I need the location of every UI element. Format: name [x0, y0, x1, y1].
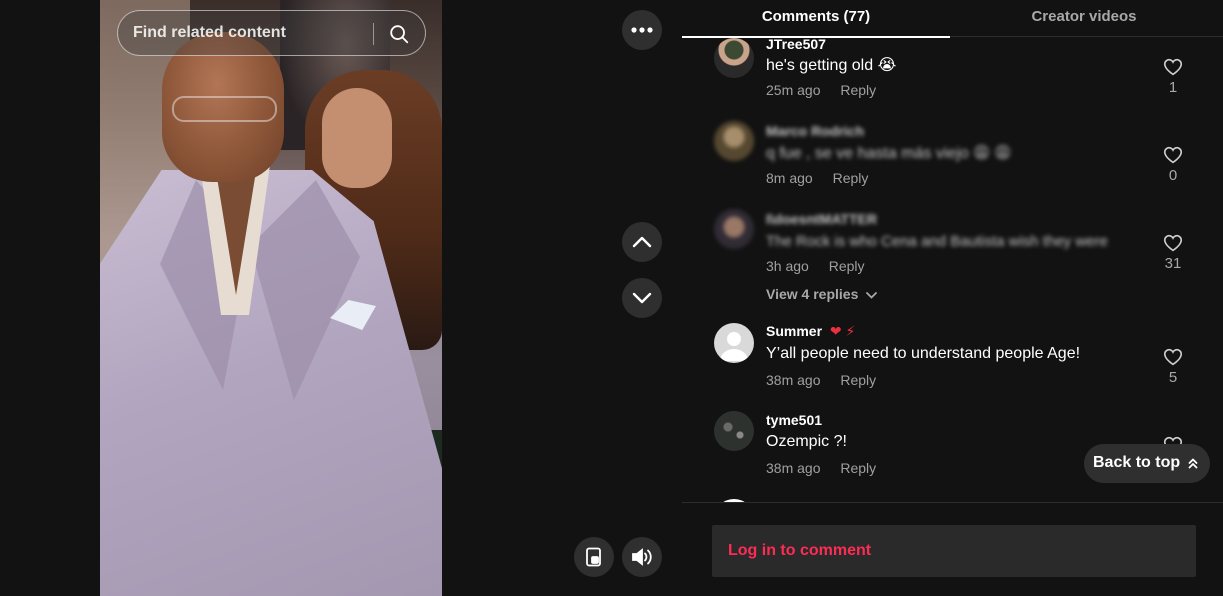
related-content-search[interactable]: Find related content: [117, 10, 426, 56]
video-woman-face: [322, 88, 392, 188]
reply-button[interactable]: Reply: [829, 258, 865, 274]
comment-username[interactable]: I\doesntMATTER: [766, 211, 877, 227]
volume-button[interactable]: [622, 537, 662, 577]
back-to-top-label: Back to top: [1093, 454, 1181, 471]
chevron-down-icon: [866, 291, 878, 299]
reply-button[interactable]: Reply: [840, 372, 876, 388]
double-chevron-up-icon: [1188, 458, 1198, 469]
reply-button[interactable]: Reply: [840, 82, 876, 98]
comment-username[interactable]: JTree507: [766, 37, 826, 52]
like-count: 1: [1168, 79, 1178, 96]
like-button[interactable]: 31: [1161, 234, 1185, 272]
heart-outline-icon: [1163, 234, 1183, 252]
comment-time: 38m ago: [766, 460, 821, 476]
back-to-top-button[interactable]: Back to top: [1084, 444, 1210, 483]
heart-outline-icon: [1163, 58, 1183, 76]
next-video-button[interactable]: [622, 278, 662, 318]
comment-meta: 38m ago Reply: [766, 460, 876, 476]
tab-creator-videos[interactable]: Creator videos: [950, 0, 1218, 37]
like-button[interactable]: 0: [1161, 146, 1185, 184]
heart-outline-icon: [1163, 146, 1183, 164]
volume-icon: [632, 548, 652, 566]
search-placeholder: Find related content: [133, 24, 286, 41]
panel-tabs: Comments (77) Creator videos: [682, 0, 1223, 38]
heart-outline-icon: [1163, 348, 1183, 366]
comment-meta: 3h ago Reply: [766, 258, 865, 274]
comment-meta: 25m ago Reply: [766, 82, 876, 98]
avatar[interactable]: [714, 121, 754, 161]
video-glasses: [172, 96, 277, 122]
floating-player-icon: [586, 547, 601, 567]
comment-text: q fue , se ve hasta más viejo 😩 😩: [766, 145, 1012, 162]
comment-username[interactable]: Marco Rodrich: [766, 123, 864, 139]
more-options-button[interactable]: [622, 10, 662, 50]
avatar[interactable]: [714, 323, 754, 363]
avatar[interactable]: [714, 38, 754, 78]
comment-text: he's getting old 😭: [766, 57, 897, 74]
comment-meta: 8m ago Reply: [766, 170, 868, 186]
video-stage: Find related content: [0, 0, 682, 596]
comment-list[interactable]: JTree507 he's getting old 😭 25m ago Repl…: [682, 37, 1223, 502]
comment-username-text: Summer: [766, 323, 823, 339]
search-icon[interactable]: [388, 23, 410, 45]
comment-username[interactable]: Summer ❤ ⚡: [766, 323, 855, 340]
like-button[interactable]: 5: [1161, 348, 1185, 386]
comment-text: The Rock is who Cena and Bautista wish t…: [766, 233, 1108, 250]
tab-creator-videos-label: Creator videos: [1031, 8, 1137, 25]
search-divider: [373, 23, 374, 45]
video-player[interactable]: [100, 0, 442, 596]
like-button[interactable]: 1: [1161, 58, 1185, 96]
like-count: 5: [1168, 369, 1178, 386]
comment-text: Ozempic ?!: [766, 433, 847, 450]
comment-meta: 38m ago Reply: [766, 372, 876, 388]
comment-time: 38m ago: [766, 372, 821, 388]
previous-video-button[interactable]: [622, 222, 662, 262]
avatar[interactable]: [714, 411, 754, 451]
comment-time: 8m ago: [766, 170, 813, 186]
chevron-up-icon: [632, 236, 652, 248]
comment-username[interactable]: tyme501: [766, 412, 822, 428]
comment-footer: Log in to comment: [682, 502, 1223, 596]
username-badges: ❤ ⚡: [829, 323, 856, 339]
reply-button[interactable]: Reply: [840, 460, 876, 476]
reply-button[interactable]: Reply: [833, 170, 869, 186]
comment-time: 25m ago: [766, 82, 821, 98]
more-icon: [631, 27, 653, 33]
chevron-down-icon: [632, 292, 652, 304]
comment-time: 3h ago: [766, 258, 809, 274]
floating-player-button[interactable]: [574, 537, 614, 577]
login-to-comment-label: Log in to comment: [728, 542, 872, 559]
comment-text: Y’all people need to understand people A…: [766, 345, 1081, 362]
login-to-comment-button[interactable]: Log in to comment: [712, 525, 1196, 577]
tab-comments[interactable]: Comments (77): [682, 0, 950, 38]
tab-comments-label: Comments (77): [761, 8, 871, 25]
view-replies-button[interactable]: View 4 replies: [766, 286, 878, 302]
default-avatar-icon: [720, 332, 748, 361]
like-count: 0: [1168, 167, 1178, 184]
avatar[interactable]: [714, 209, 754, 249]
like-count: 31: [1164, 255, 1182, 272]
view-replies-label: View 4 replies: [766, 286, 859, 302]
